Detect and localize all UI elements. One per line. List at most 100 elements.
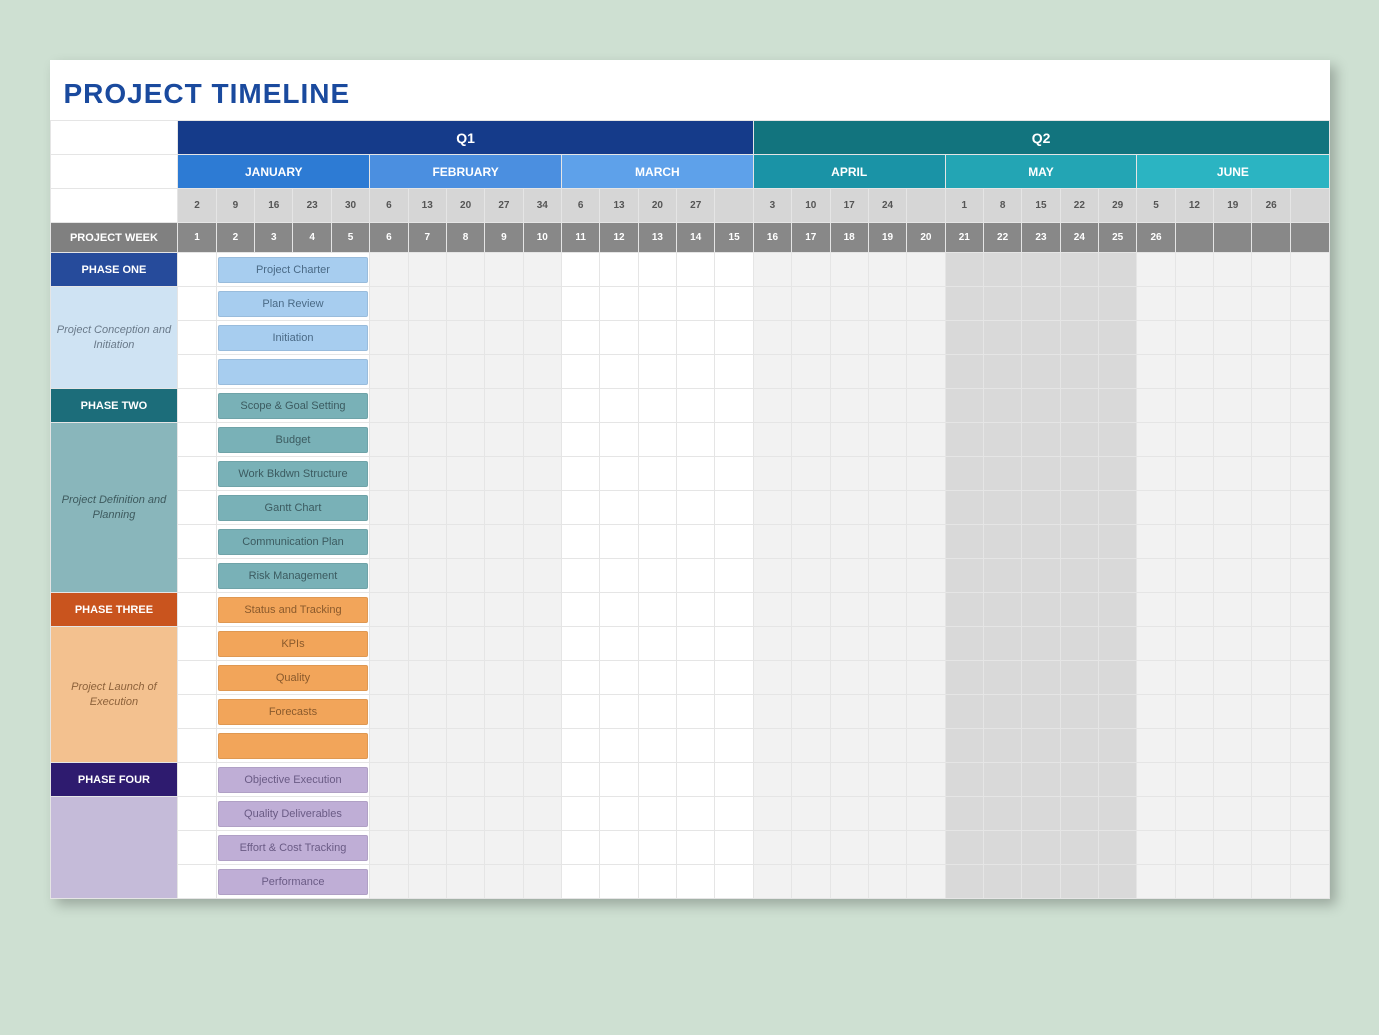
task-bar[interactable]: Scope & Goal Setting bbox=[216, 389, 369, 423]
week-cell[interactable]: 23 bbox=[1022, 223, 1060, 253]
phase-four-row: Effort & Cost Tracking bbox=[50, 831, 1329, 865]
day-cell[interactable]: 13 bbox=[408, 189, 446, 223]
week-cell[interactable]: 9 bbox=[485, 223, 523, 253]
day-cell[interactable] bbox=[1290, 189, 1329, 223]
week-cell[interactable]: 3 bbox=[255, 223, 293, 253]
day-cell[interactable]: 23 bbox=[293, 189, 331, 223]
month-apr[interactable]: APRIL bbox=[753, 155, 945, 189]
day-cell[interactable]: 9 bbox=[216, 189, 254, 223]
week-cell[interactable]: 7 bbox=[408, 223, 446, 253]
day-cell[interactable] bbox=[715, 189, 753, 223]
day-cell[interactable]: 24 bbox=[868, 189, 906, 223]
phase-one-header[interactable]: PHASE ONE bbox=[50, 253, 178, 287]
week-cell[interactable]: 2 bbox=[216, 223, 254, 253]
day-cell[interactable]: 16 bbox=[255, 189, 293, 223]
week-cell[interactable]: 11 bbox=[561, 223, 599, 253]
week-cell[interactable]: 18 bbox=[830, 223, 868, 253]
week-cell[interactable]: 20 bbox=[907, 223, 945, 253]
week-cell[interactable] bbox=[1214, 223, 1252, 253]
phase-three-header[interactable]: PHASE THREE bbox=[50, 593, 178, 627]
week-cell[interactable] bbox=[1175, 223, 1213, 253]
day-cell[interactable]: 13 bbox=[600, 189, 638, 223]
day-cell[interactable]: 22 bbox=[1060, 189, 1098, 223]
task-bar[interactable]: Forecasts bbox=[216, 695, 369, 729]
week-cell[interactable]: 6 bbox=[370, 223, 408, 253]
week-cell[interactable]: 15 bbox=[715, 223, 753, 253]
day-cell[interactable] bbox=[907, 189, 945, 223]
phase-three-row bbox=[50, 729, 1329, 763]
day-cell[interactable]: 5 bbox=[1137, 189, 1175, 223]
task-bar[interactable]: Initiation bbox=[216, 321, 369, 355]
day-cell[interactable]: 30 bbox=[331, 189, 369, 223]
day-cell[interactable]: 19 bbox=[1214, 189, 1252, 223]
week-cell[interactable]: 25 bbox=[1099, 223, 1137, 253]
phase-four-header[interactable]: PHASE FOUR bbox=[50, 763, 178, 797]
day-cell[interactable]: 20 bbox=[446, 189, 484, 223]
day-cell[interactable]: 27 bbox=[485, 189, 523, 223]
day-cell[interactable]: 34 bbox=[523, 189, 561, 223]
week-cell[interactable]: 26 bbox=[1137, 223, 1175, 253]
week-cell[interactable]: 5 bbox=[331, 223, 369, 253]
phase-three-row: Quality bbox=[50, 661, 1329, 695]
task-bar[interactable]: Effort & Cost Tracking bbox=[216, 831, 369, 865]
task-bar[interactable]: Objective Execution bbox=[216, 763, 369, 797]
task-bar[interactable] bbox=[216, 729, 369, 763]
month-feb[interactable]: FEBRUARY bbox=[370, 155, 562, 189]
month-may[interactable]: MAY bbox=[945, 155, 1137, 189]
week-cell[interactable]: 22 bbox=[983, 223, 1021, 253]
task-bar[interactable] bbox=[216, 355, 369, 389]
task-bar[interactable]: KPIs bbox=[216, 627, 369, 661]
week-cell[interactable]: 13 bbox=[638, 223, 676, 253]
phase-two-header[interactable]: PHASE TWO bbox=[50, 389, 178, 423]
week-cell[interactable]: 4 bbox=[293, 223, 331, 253]
task-bar[interactable]: Risk Management bbox=[216, 559, 369, 593]
quarter-q2[interactable]: Q2 bbox=[753, 121, 1329, 155]
week-cell[interactable]: 21 bbox=[945, 223, 983, 253]
timeline-table: Q1 Q2 JANUARY FEBRUARY MARCH APRIL MAY J… bbox=[50, 120, 1330, 899]
phase-two-row: Project Definition and Planning Budget bbox=[50, 423, 1329, 457]
phase-two-row: Risk Management bbox=[50, 559, 1329, 593]
week-cell[interactable]: 24 bbox=[1060, 223, 1098, 253]
task-bar[interactable]: Budget bbox=[216, 423, 369, 457]
task-bar[interactable]: Communication Plan bbox=[216, 525, 369, 559]
day-cell[interactable]: 6 bbox=[561, 189, 599, 223]
month-jan[interactable]: JANUARY bbox=[178, 155, 370, 189]
task-bar[interactable]: Project Charter bbox=[216, 253, 369, 287]
quarter-q1[interactable]: Q1 bbox=[178, 121, 753, 155]
task-bar[interactable]: Work Bkdwn Structure bbox=[216, 457, 369, 491]
week-cell[interactable]: 8 bbox=[446, 223, 484, 253]
day-cell[interactable]: 1 bbox=[945, 189, 983, 223]
day-cell[interactable]: 29 bbox=[1099, 189, 1137, 223]
day-cell[interactable]: 3 bbox=[753, 189, 791, 223]
project-week-row: PROJECT WEEK 1 2 3 4 5 6 7 8 9 10 11 12 … bbox=[50, 223, 1329, 253]
day-cell[interactable]: 26 bbox=[1252, 189, 1290, 223]
week-cell[interactable]: 10 bbox=[523, 223, 561, 253]
day-cell[interactable]: 8 bbox=[983, 189, 1021, 223]
phase-two-row: Communication Plan bbox=[50, 525, 1329, 559]
week-cell[interactable]: 14 bbox=[677, 223, 715, 253]
day-cell[interactable]: 2 bbox=[178, 189, 216, 223]
task-bar[interactable]: Gantt Chart bbox=[216, 491, 369, 525]
day-cell[interactable]: 15 bbox=[1022, 189, 1060, 223]
day-cell[interactable]: 27 bbox=[677, 189, 715, 223]
week-cell[interactable]: 16 bbox=[753, 223, 791, 253]
week-cell[interactable]: 1 bbox=[178, 223, 216, 253]
phase-one-row bbox=[50, 355, 1329, 389]
task-bar[interactable]: Quality bbox=[216, 661, 369, 695]
month-jun[interactable]: JUNE bbox=[1137, 155, 1329, 189]
task-bar[interactable]: Status and Tracking bbox=[216, 593, 369, 627]
day-cell[interactable]: 12 bbox=[1175, 189, 1213, 223]
week-cell[interactable]: 19 bbox=[868, 223, 906, 253]
week-cell[interactable]: 12 bbox=[600, 223, 638, 253]
task-bar[interactable]: Performance bbox=[216, 865, 369, 899]
month-mar[interactable]: MARCH bbox=[561, 155, 753, 189]
week-cell[interactable]: 17 bbox=[792, 223, 830, 253]
day-cell[interactable]: 10 bbox=[792, 189, 830, 223]
day-cell[interactable]: 17 bbox=[830, 189, 868, 223]
day-cell[interactable]: 20 bbox=[638, 189, 676, 223]
task-bar[interactable]: Plan Review bbox=[216, 287, 369, 321]
day-cell[interactable]: 6 bbox=[370, 189, 408, 223]
task-bar[interactable]: Quality Deliverables bbox=[216, 797, 369, 831]
week-cell[interactable] bbox=[1290, 223, 1329, 253]
week-cell[interactable] bbox=[1252, 223, 1290, 253]
